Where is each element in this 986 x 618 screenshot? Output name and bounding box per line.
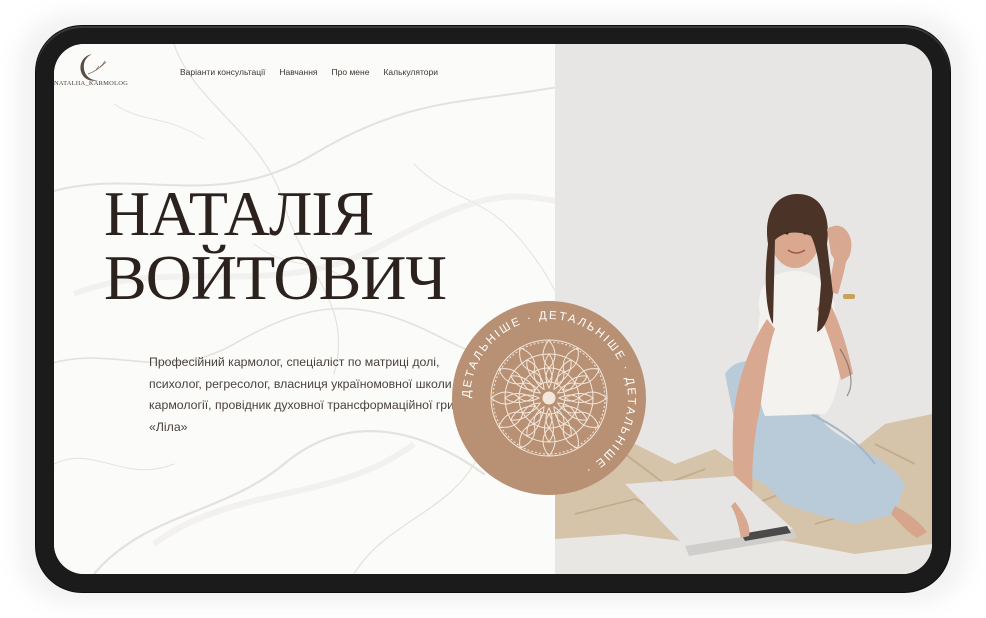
- nav-link-consultations[interactable]: Варіанти консультації: [180, 67, 265, 77]
- nav-link-calculators[interactable]: Калькулятори: [383, 67, 438, 77]
- website-screen: NATALIIA_KARMOLOG Варіанти консультації …: [54, 44, 932, 574]
- logo[interactable]: NATALIIA_KARMOLOG: [54, 44, 129, 94]
- hero-title-line1: НАТАЛІЯ: [104, 178, 374, 249]
- logo-text: NATALIIA_KARMOLOG: [54, 80, 129, 87]
- nav-link-about[interactable]: Про мене: [332, 67, 370, 77]
- main-nav: Варіанти консультації Навчання Про мене …: [180, 67, 438, 77]
- details-badge[interactable]: ДЕТАЛЬНІШЕ · ДЕТАЛЬНІШЕ · ДЕТАЛЬНІШЕ ·: [451, 300, 647, 496]
- hero-description: Професійний кармолог, спеціаліст по матр…: [149, 355, 455, 434]
- moon-logo-icon: [80, 54, 107, 81]
- nav-link-education[interactable]: Навчання: [279, 67, 317, 77]
- hero-title-line2: ВОЙТОВИЧ: [104, 242, 447, 313]
- hero-title: НАТАЛІЯ ВОЙТОВИЧ: [104, 178, 447, 313]
